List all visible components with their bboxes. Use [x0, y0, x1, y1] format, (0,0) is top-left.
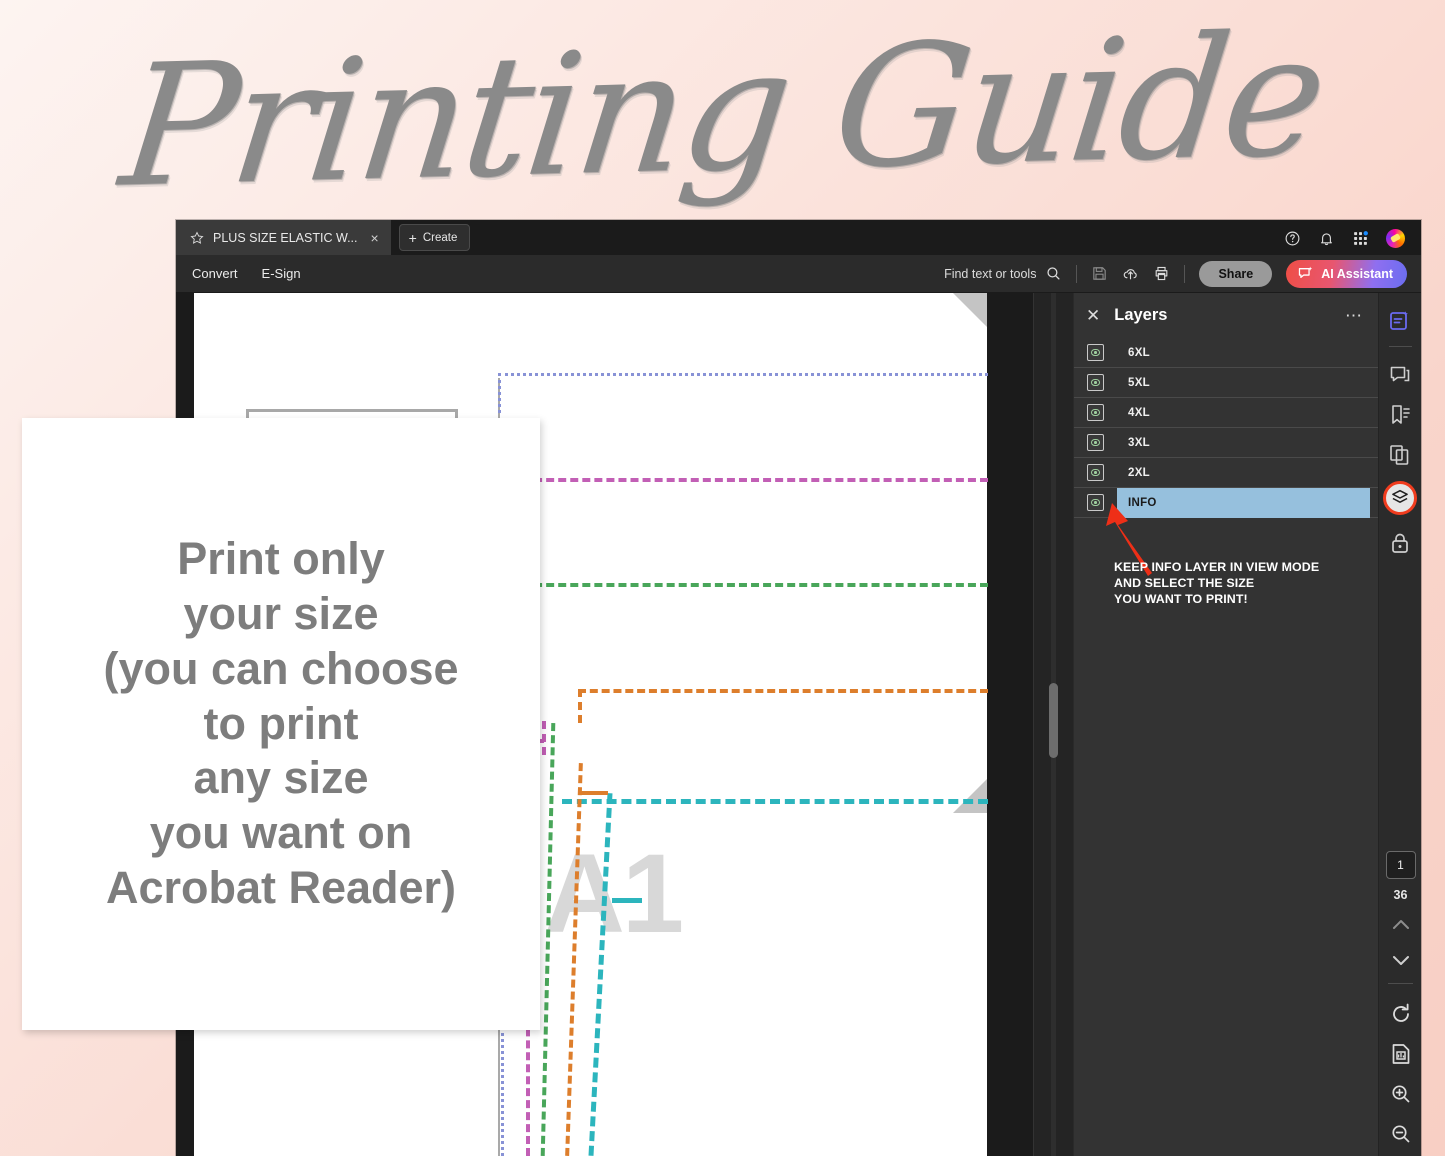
- pattern-line-green: [510, 583, 988, 587]
- page-corner-marker-mid: [953, 779, 987, 813]
- ai-sparkle-chat-icon: [1299, 266, 1313, 278]
- zoom-in-icon[interactable]: [1389, 1082, 1413, 1106]
- layer-visibility-icon[interactable]: [1087, 344, 1104, 361]
- tab-close-icon[interactable]: ×: [370, 231, 378, 245]
- star-icon[interactable]: [190, 230, 204, 245]
- right-tool-rail: 1 36: [1378, 293, 1421, 1156]
- layer-label: 4XL: [1128, 406, 1150, 419]
- tab-title: PLUS SIZE ELASTIC W...: [213, 230, 358, 245]
- layers-icon[interactable]: [1383, 481, 1417, 515]
- layer-label: 2XL: [1128, 466, 1150, 479]
- pattern-grain-teal: [612, 898, 642, 903]
- pattern-line-teal: [562, 799, 988, 804]
- comment-icon[interactable]: [1388, 363, 1412, 387]
- pattern-notch-magenta-v: [542, 721, 546, 755]
- share-button[interactable]: Share: [1199, 260, 1273, 287]
- instruction-line-1: Print only: [177, 532, 385, 584]
- page-total-label: 36: [1393, 888, 1408, 902]
- layer-label: 6XL: [1128, 346, 1150, 359]
- titlebar-icons: [1284, 229, 1421, 255]
- instruction-line-3: (you can choose: [103, 642, 459, 694]
- user-avatar[interactable]: [1386, 229, 1405, 248]
- layer-row[interactable]: 5XL: [1074, 368, 1378, 398]
- pattern-line-blue: [498, 373, 988, 376]
- document-tab[interactable]: PLUS SIZE ELASTIC W... ×: [176, 220, 391, 255]
- share-button-label: Share: [1218, 266, 1254, 281]
- rotate-clockwise-icon[interactable]: [1389, 1002, 1413, 1026]
- chevron-up-icon[interactable]: [1389, 913, 1413, 937]
- layers-annotation-text: KEEP INFO LAYER IN VIEW MODE AND SELECT …: [1114, 560, 1384, 608]
- annotation-line-2: AND SELECT THE SIZE: [1114, 575, 1255, 590]
- organize-pages-icon[interactable]: [1388, 443, 1412, 467]
- edit-pdf-icon[interactable]: [1388, 309, 1412, 333]
- zoom-out-icon[interactable]: [1389, 1122, 1413, 1146]
- viewer-gutter: [1033, 293, 1073, 1156]
- pattern-grain-orange: [578, 791, 608, 795]
- page-navigation-controls: 1 36: [1379, 851, 1421, 1146]
- instruction-overlay-card: Print only your size (you can choose to …: [22, 418, 540, 1030]
- more-options-icon[interactable]: ⋯: [1345, 307, 1364, 324]
- page-title-text: Printing Guide: [112, 0, 1333, 225]
- layer-visibility-icon[interactable]: [1087, 374, 1104, 391]
- layers-panel-header: ✕ Layers ⋯: [1074, 293, 1378, 338]
- instruction-line-6: you want on: [149, 807, 413, 859]
- rail-divider-2: [1388, 983, 1413, 984]
- fit-page-icon[interactable]: [1389, 1042, 1413, 1066]
- pattern-line-orange-vertical: [578, 689, 582, 723]
- scrollbar-thumb[interactable]: [1049, 683, 1058, 758]
- notifications-bell-icon[interactable]: [1318, 230, 1335, 247]
- instruction-line-7: Acrobat Reader): [105, 862, 457, 914]
- layer-label: 3XL: [1128, 436, 1150, 449]
- layer-visibility-icon[interactable]: [1087, 434, 1104, 451]
- bookmark-icon[interactable]: [1388, 403, 1412, 427]
- layers-panel-title: Layers: [1114, 306, 1168, 324]
- layers-panel: ✕ Layers ⋯ 6XL 5XL 4XL 3XL 2XL INFO KEEP…: [1073, 293, 1378, 1156]
- page-title: Printing Guide: [0, 0, 1445, 225]
- layer-label: 5XL: [1128, 376, 1150, 389]
- close-icon[interactable]: ✕: [1086, 307, 1100, 324]
- page-number-input[interactable]: 1: [1385, 851, 1416, 879]
- instruction-line-2: your size: [183, 587, 379, 639]
- toolbar-divider-2: [1184, 264, 1186, 283]
- protect-lock-icon[interactable]: [1388, 531, 1412, 555]
- app-grid-icon[interactable]: [1352, 230, 1369, 247]
- main-toolbar: Convert E-Sign Find text or tools Share …: [176, 255, 1421, 293]
- pattern-line-magenta: [510, 478, 988, 482]
- annotation-line-3: YOU WANT TO PRINT!: [1114, 591, 1248, 606]
- pattern-side-orange: [565, 763, 583, 1156]
- chevron-down-icon[interactable]: [1389, 948, 1413, 972]
- instruction-line-4: to print: [203, 697, 359, 749]
- layer-row[interactable]: 3XL: [1074, 428, 1378, 458]
- layer-row[interactable]: 4XL: [1074, 398, 1378, 428]
- cloud-upload-icon[interactable]: [1122, 265, 1139, 282]
- print-icon[interactable]: [1153, 265, 1170, 282]
- find-input[interactable]: Find text or tools: [944, 265, 1062, 282]
- plus-icon: +: [408, 229, 417, 246]
- rail-divider: [1388, 346, 1412, 347]
- annotation-line-1: KEEP INFO LAYER IN VIEW MODE: [1114, 560, 1320, 574]
- pattern-line-blue-vertical: [498, 373, 501, 413]
- save-icon[interactable]: [1091, 265, 1108, 282]
- toolbar-divider: [1076, 264, 1078, 283]
- tab-bar: PLUS SIZE ELASTIC W... × + Create: [176, 220, 1421, 255]
- ai-assistant-button[interactable]: AI Assistant: [1286, 259, 1407, 288]
- create-button-label: Create: [422, 231, 458, 244]
- instruction-line-5: any size: [193, 752, 369, 804]
- pattern-line-orange: [578, 689, 988, 693]
- search-icon[interactable]: [1045, 265, 1062, 282]
- convert-menu[interactable]: Convert: [192, 266, 238, 281]
- page-watermark: A1: [544, 831, 684, 956]
- ai-assistant-label: AI Assistant: [1321, 266, 1393, 281]
- esign-menu[interactable]: E-Sign: [262, 266, 301, 281]
- layer-visibility-icon[interactable]: [1087, 404, 1104, 421]
- page-corner-marker-top: [953, 293, 987, 327]
- help-icon[interactable]: [1284, 230, 1301, 247]
- layer-row[interactable]: 6XL: [1074, 338, 1378, 368]
- find-placeholder: Find text or tools: [944, 266, 1037, 281]
- layer-visibility-icon[interactable]: [1087, 464, 1104, 481]
- layer-row[interactable]: 2XL: [1074, 458, 1378, 488]
- create-button[interactable]: + Create: [398, 224, 471, 251]
